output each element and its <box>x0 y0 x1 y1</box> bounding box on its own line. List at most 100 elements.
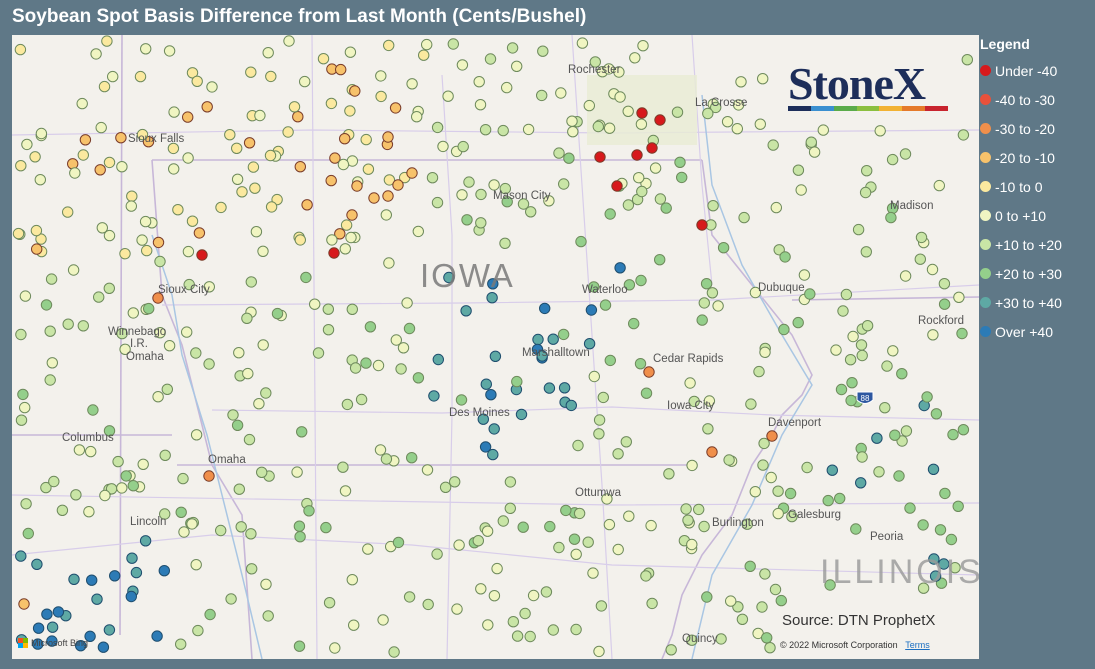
station-dot <box>840 288 853 301</box>
station-dot <box>844 354 857 366</box>
station-dot <box>91 593 103 605</box>
station-dot <box>921 391 933 403</box>
station-dot <box>575 235 587 248</box>
station-dot <box>953 291 965 303</box>
station-dot <box>536 89 548 102</box>
station-dot <box>738 211 750 224</box>
station-dot <box>856 349 868 362</box>
station-dot <box>94 164 106 176</box>
station-dot <box>682 514 694 526</box>
legend-item[interactable]: -10 to 0 <box>980 172 1092 201</box>
station-dot <box>461 214 473 226</box>
station-dot <box>547 333 559 345</box>
station-dot <box>757 73 769 85</box>
station-dot <box>731 123 743 135</box>
station-dot <box>301 199 313 211</box>
station-dot <box>257 339 269 351</box>
station-dot <box>481 525 494 537</box>
interstate-shield-icon: 88 <box>856 391 874 404</box>
station-dot <box>489 350 502 362</box>
station-dot <box>706 446 718 458</box>
station-dot <box>702 107 714 120</box>
station-dot <box>97 641 110 653</box>
station-dot <box>77 320 90 332</box>
station-dot <box>504 476 517 488</box>
legend-swatch-icon <box>980 210 991 221</box>
station-dot <box>674 156 686 169</box>
city-label: Peoria <box>870 531 904 543</box>
station-dot <box>294 161 306 173</box>
legend-item[interactable]: 0 to +10 <box>980 201 1092 230</box>
station-dot <box>22 527 34 540</box>
station-dot <box>507 616 519 628</box>
legend-item[interactable]: -20 to -10 <box>980 143 1092 172</box>
station-dot <box>299 75 311 88</box>
state-label-illinois: ILLINOIS <box>820 553 979 591</box>
station-dot <box>702 423 714 435</box>
legend-swatch-icon <box>980 326 991 337</box>
station-dot <box>900 425 913 437</box>
station-dot <box>835 383 848 396</box>
station-dot <box>46 357 58 369</box>
station-dot <box>961 54 973 66</box>
station-dot <box>34 174 46 186</box>
station-dot <box>346 209 358 221</box>
terms-link[interactable]: Terms <box>905 640 930 650</box>
station-dot <box>344 46 357 58</box>
city-label: Lincoln <box>130 516 167 528</box>
legend-item[interactable]: -30 to -20 <box>980 114 1092 143</box>
station-dot <box>264 149 277 162</box>
station-dot <box>337 461 349 473</box>
station-dot <box>296 426 308 438</box>
station-dot <box>881 360 893 372</box>
station-dot <box>766 430 778 442</box>
station-dot <box>349 362 362 374</box>
station-dot <box>475 217 487 229</box>
station-dot <box>612 543 624 556</box>
station-dot <box>654 114 666 126</box>
legend-item[interactable]: -40 to -30 <box>980 85 1092 114</box>
bing-attribution: Microsoft Bing <box>18 638 88 648</box>
map-canvas[interactable]: IOWA ILLINOIS Rochester La Crosse Sioux … <box>12 35 979 659</box>
station-dot <box>899 270 912 282</box>
station-dot <box>792 164 805 176</box>
station-dot <box>329 642 341 654</box>
station-dot <box>654 193 667 205</box>
station-dot <box>587 567 599 579</box>
legend-item[interactable]: +30 to +40 <box>980 288 1092 317</box>
station-dot <box>380 453 393 465</box>
station-dot <box>134 70 147 83</box>
station-dot <box>325 174 337 187</box>
station-dot <box>770 201 782 214</box>
stonex-logo: StoneX <box>788 57 949 111</box>
station-dot <box>231 419 244 431</box>
station-dot <box>348 619 360 631</box>
legend-item[interactable]: Under -40 <box>980 56 1092 85</box>
station-dot <box>570 548 582 560</box>
station-dot <box>362 163 375 175</box>
station-dot <box>250 226 263 238</box>
legend-item[interactable]: Over +40 <box>980 317 1092 346</box>
station-dot <box>115 132 127 144</box>
station-dot <box>151 630 163 642</box>
legend-swatch-icon <box>980 152 991 163</box>
station-dot <box>640 570 652 582</box>
station-dot <box>893 470 905 482</box>
station-dot <box>175 506 187 518</box>
station-dot <box>190 559 202 571</box>
station-dot <box>488 590 501 602</box>
station-dot <box>271 307 284 320</box>
station-dot <box>915 231 928 244</box>
station-dot <box>645 519 657 532</box>
legend-item[interactable]: +10 to +20 <box>980 230 1092 259</box>
station-dot <box>374 444 387 456</box>
station-dot <box>899 148 912 160</box>
station-dot <box>326 234 338 246</box>
legend-item[interactable]: +20 to +30 <box>980 259 1092 288</box>
station-dot <box>431 548 443 560</box>
legend-swatch-icon <box>980 181 991 192</box>
city-label: Galesburg <box>788 509 842 521</box>
station-dot <box>945 533 958 546</box>
station-dot <box>320 521 332 534</box>
station-dot <box>418 49 430 61</box>
